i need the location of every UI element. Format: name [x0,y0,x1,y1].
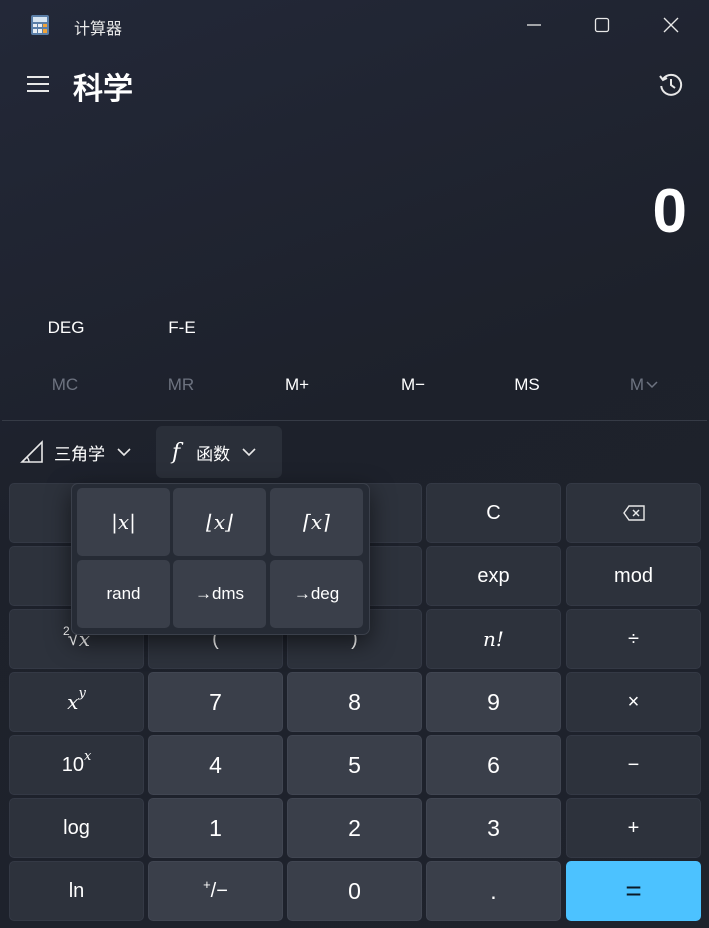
factorial-label: n! [483,627,504,651]
root-index: 2 [63,624,70,638]
title-bar: 计算器 [0,0,709,50]
decimal-button[interactable]: . [426,861,561,921]
minimize-button[interactable] [500,0,568,50]
history-button[interactable] [652,66,690,104]
equals-button[interactable]: = [566,861,701,921]
minimize-icon [527,24,541,26]
floor-label: ⌊x⌋ [206,510,233,534]
ln-button[interactable]: ln [9,861,144,921]
trigonometry-label: 三角学 [54,444,105,465]
ceiling-button[interactable]: ⌈x⌉ [270,488,363,556]
power-button[interactable]: x y [9,672,144,732]
digit-7-button[interactable]: 7 [148,672,283,732]
ten-power-exponent: x [83,748,92,764]
function-flyout: |x| ⌊x⌋ ⌈x⌉ rand →dms →deg [71,483,370,635]
function-label: 函数 [196,444,231,465]
ceiling-label: ⌈x⌉ [303,510,330,534]
close-icon [663,17,679,33]
clear-button[interactable]: C [426,483,561,543]
subtract-button[interactable]: − [566,735,701,795]
negate-slash-minus: /− [210,879,228,902]
digit-2-button[interactable]: 2 [287,798,422,858]
random-button[interactable]: rand [77,560,170,628]
digit-8-button[interactable]: 8 [287,672,422,732]
window-title: 计算器 [74,19,123,38]
function-icon: f [172,439,181,465]
backspace-button[interactable] [566,483,701,543]
digit-0-button[interactable]: 0 [287,861,422,921]
close-button[interactable] [637,0,705,50]
memory-store-button[interactable]: MS [477,366,577,404]
digit-6-button[interactable]: 6 [426,735,561,795]
to-dms-button[interactable]: →dms [173,560,266,628]
memory-clear-button[interactable]: MC [15,366,115,404]
result-display: 0 [652,177,687,246]
backspace-icon [622,505,645,521]
angle-unit-toggle[interactable]: DEG [21,308,111,348]
negate-plus: + [203,876,211,892]
maximize-icon [594,17,610,33]
navigation-menu-button[interactable] [20,66,56,102]
mod-button[interactable]: mod [566,546,701,606]
maximize-button[interactable] [568,0,636,50]
multiply-button[interactable]: × [566,672,701,732]
history-icon [659,73,683,96]
notation-toggle[interactable]: F-E [137,308,227,348]
negate-button[interactable]: + /− [148,861,283,921]
exp-button[interactable]: exp [426,546,561,606]
ten-power-button[interactable]: 10 x [9,735,144,795]
calculator-window: 计算器 科学 0 DEG F-E MC MR M+ M− MS M 三角学 f … [0,0,709,928]
log-button[interactable]: log [9,798,144,858]
floor-button[interactable]: ⌊x⌋ [173,488,266,556]
chevron-down-icon [646,381,658,389]
absolute-value-label: |x| [111,510,136,534]
trigonometry-dropdown[interactable]: 三角学 [10,426,150,478]
memory-list-label: M [629,375,645,394]
ten-power-base: 10 [61,753,84,776]
triangle-icon [20,440,43,463]
digit-4-button[interactable]: 4 [148,735,283,795]
absolute-value-button[interactable]: |x| [77,488,170,556]
memory-recall-button[interactable]: MR [131,366,231,404]
calculator-icon [30,14,50,36]
digit-1-button[interactable]: 1 [148,798,283,858]
to-degrees-button[interactable]: →deg [270,560,363,628]
function-dropdown[interactable]: f 函数 [156,426,282,478]
divider [2,420,707,421]
divide-button[interactable]: ÷ [566,609,701,669]
power-exponent: y [78,685,86,701]
digit-5-button[interactable]: 5 [287,735,422,795]
digit-9-button[interactable]: 9 [426,672,561,732]
memory-list-button[interactable]: M [594,366,694,404]
mode-title: 科学 [73,72,133,107]
factorial-button[interactable]: n! [426,609,561,669]
hamburger-icon [27,76,49,92]
digit-3-button[interactable]: 3 [426,798,561,858]
memory-add-button[interactable]: M+ [247,366,347,404]
chevron-down-icon [242,447,256,456]
add-button[interactable]: + [566,798,701,858]
power-base: x [67,690,79,714]
chevron-down-icon [117,447,131,456]
memory-subtract-button[interactable]: M− [363,366,463,404]
